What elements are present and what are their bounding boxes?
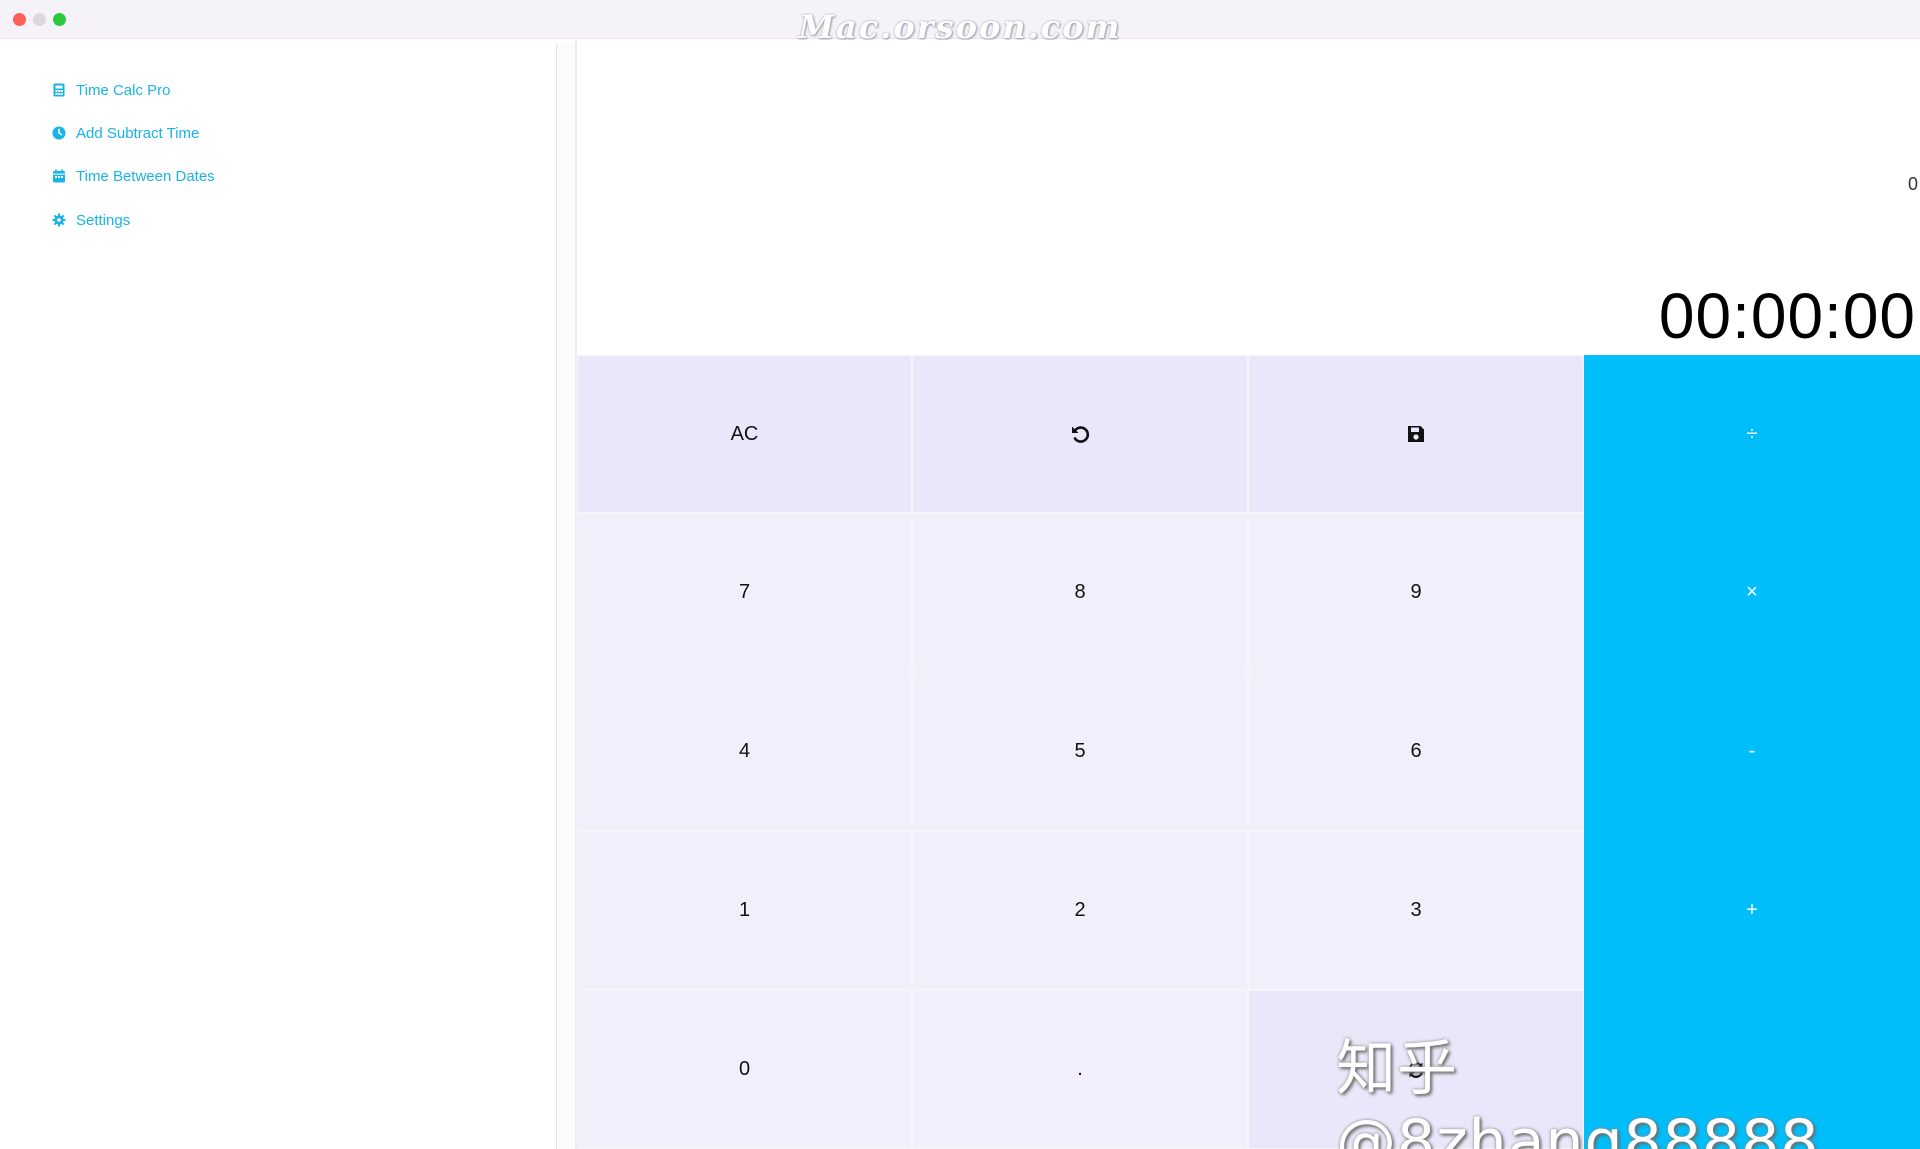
convert-button[interactable] — [1248, 990, 1584, 1149]
keypad: AC ÷ 7 8 9 × 4 5 6 - 1 2 3 + 0 . — [577, 355, 1920, 1149]
save-button[interactable] — [1248, 355, 1584, 513]
digit-5-button[interactable]: 5 — [912, 672, 1248, 831]
digit-4-button[interactable]: 4 — [577, 672, 912, 831]
subtract-button[interactable]: - — [1584, 672, 1920, 831]
digit-1-button[interactable]: 1 — [577, 831, 912, 990]
add-button[interactable]: + — [1584, 831, 1920, 990]
split-handle[interactable] — [557, 44, 575, 1149]
digit-3-button[interactable]: 3 — [1248, 831, 1584, 990]
digit-7-button[interactable]: 7 — [577, 513, 912, 672]
sidebar-item-label: Time Between Dates — [76, 167, 215, 185]
digit-2-button[interactable]: 2 — [912, 831, 1248, 990]
sidebar-item-label: Time Calc Pro — [76, 81, 171, 99]
digit-9-button[interactable]: 9 — [1248, 513, 1584, 672]
digit-8-button[interactable]: 8 — [912, 513, 1248, 672]
calculator-icon — [52, 83, 66, 97]
gear-icon — [52, 213, 66, 227]
save-icon — [1406, 424, 1426, 444]
calculator-display: 0 00:00:00 — [577, 40, 1920, 355]
sidebar-item-time-calc-pro[interactable]: Time Calc Pro — [52, 78, 170, 102]
title-bar: Mac.orsoon.com — [0, 0, 1920, 46]
digit-0-button[interactable]: 0 — [577, 990, 912, 1149]
convert-icon — [1406, 1060, 1426, 1080]
clock-icon — [52, 126, 66, 140]
sidebar-item-add-subtract-time[interactable]: Add Subtract Time — [52, 121, 199, 145]
equals-button[interactable] — [1584, 990, 1920, 1149]
sidebar-item-label: Add Subtract Time — [76, 124, 200, 142]
decimal-button[interactable]: . — [912, 990, 1248, 1149]
display-secondary-value: 0 — [1907, 174, 1918, 194]
sidebar-item-settings[interactable]: Settings — [52, 208, 130, 232]
calendar-icon — [52, 169, 66, 183]
digit-6-button[interactable]: 6 — [1248, 672, 1584, 831]
sidebar-item-time-between-dates[interactable]: Time Between Dates — [52, 164, 215, 188]
clear-button[interactable]: AC — [577, 355, 912, 513]
undo-icon — [1069, 423, 1091, 445]
undo-button[interactable] — [912, 355, 1248, 513]
multiply-button[interactable]: × — [1584, 513, 1920, 672]
display-primary-value: 00:00:00 — [1658, 280, 1916, 352]
divide-button[interactable]: ÷ — [1584, 355, 1920, 513]
sidebar-item-label: Settings — [76, 211, 131, 229]
sidebar: Time Calc Pro Add Subtract Time Time Bet… — [0, 40, 556, 1149]
